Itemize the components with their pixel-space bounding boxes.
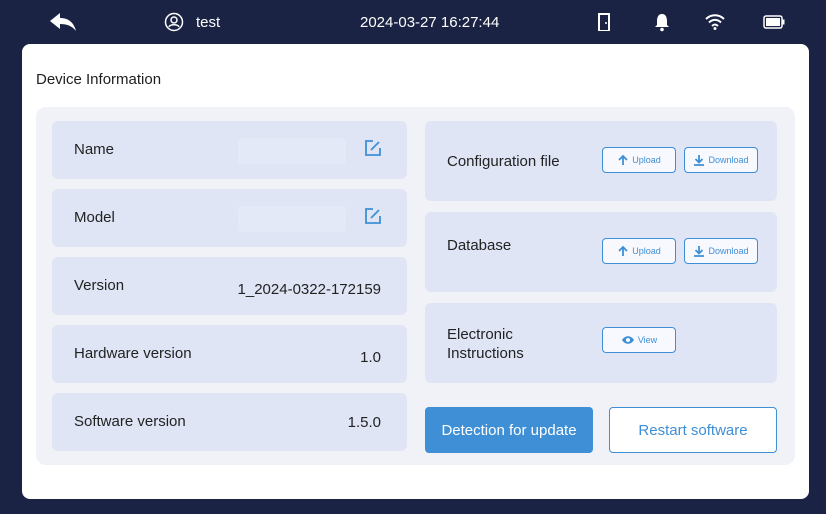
- name-card: Name: [52, 121, 407, 179]
- version-card: Version 1_2024-0322-172159: [52, 257, 407, 315]
- wifi-icon[interactable]: [704, 0, 726, 44]
- eye-icon: [621, 336, 634, 344]
- model-field[interactable]: [238, 206, 346, 232]
- software-version-value: 1.5.0: [347, 414, 381, 431]
- config-upload-button[interactable]: Upload: [602, 147, 676, 173]
- upload-label: Upload: [632, 155, 661, 165]
- version-value: 1_2024-0322-172159: [237, 281, 381, 298]
- edit-model-button[interactable]: [361, 204, 385, 228]
- name-label: Name: [74, 141, 115, 158]
- database-download-button[interactable]: Download: [684, 238, 758, 264]
- database-label: Database: [447, 237, 512, 254]
- database-upload-button[interactable]: Upload: [602, 238, 676, 264]
- electronic-instructions-card: Electronic Instructions View: [425, 303, 777, 383]
- back-arrow-icon: [50, 13, 76, 31]
- edit-icon: [365, 208, 381, 224]
- device-info-panel: Device Information Name Model Version 1_…: [22, 44, 809, 499]
- username: test: [196, 13, 221, 31]
- database-card: Database Upload Download: [425, 212, 777, 292]
- battery-icon[interactable]: [763, 0, 785, 44]
- upload-icon: [618, 245, 628, 256]
- configuration-file-card: Configuration file Upload Download: [425, 121, 777, 201]
- detection-for-update-button[interactable]: Detection for update: [425, 407, 593, 453]
- upload-label: Upload: [632, 246, 661, 256]
- datetime: 2024-03-27 16:27:44: [360, 13, 500, 31]
- download-icon: [694, 246, 705, 257]
- model-card: Model: [52, 189, 407, 247]
- config-download-button[interactable]: Download: [684, 147, 758, 173]
- bell-icon[interactable]: [654, 0, 670, 44]
- restart-software-button[interactable]: Restart software: [609, 407, 777, 453]
- software-version-label: Software version: [74, 413, 186, 430]
- user-icon: [164, 12, 184, 32]
- upload-icon: [618, 154, 628, 165]
- version-label: Version: [74, 277, 125, 294]
- software-version-card: Software version 1.5.0: [52, 393, 407, 451]
- instructions-label-line2: Instructions: [447, 345, 524, 362]
- hardware-version-value: 1.0: [360, 349, 381, 366]
- edit-icon: [365, 140, 381, 156]
- instructions-label-line1: Electronic: [447, 326, 513, 343]
- info-container: Name Model Version 1_2024-0322-172159 Ha…: [36, 107, 795, 465]
- panel-title: Device Information: [36, 71, 162, 88]
- download-icon: [694, 155, 705, 166]
- edit-name-button[interactable]: [361, 136, 385, 160]
- status-bar: test 2024-03-27 16:27:44: [0, 0, 826, 44]
- back-button[interactable]: [48, 0, 82, 44]
- instructions-label: Electronic Instructions: [447, 325, 524, 363]
- hardware-version-card: Hardware version 1.0: [52, 325, 407, 383]
- name-field[interactable]: [238, 138, 346, 164]
- user-info[interactable]: test: [164, 0, 220, 44]
- instructions-view-button[interactable]: View: [602, 327, 676, 353]
- download-label: Download: [708, 155, 749, 165]
- download-label: Download: [708, 246, 749, 256]
- hardware-version-label: Hardware version: [74, 345, 192, 362]
- model-label: Model: [74, 209, 115, 226]
- door-icon[interactable]: [597, 0, 611, 44]
- view-label: View: [637, 335, 658, 345]
- configuration-file-label: Configuration file: [447, 153, 560, 170]
